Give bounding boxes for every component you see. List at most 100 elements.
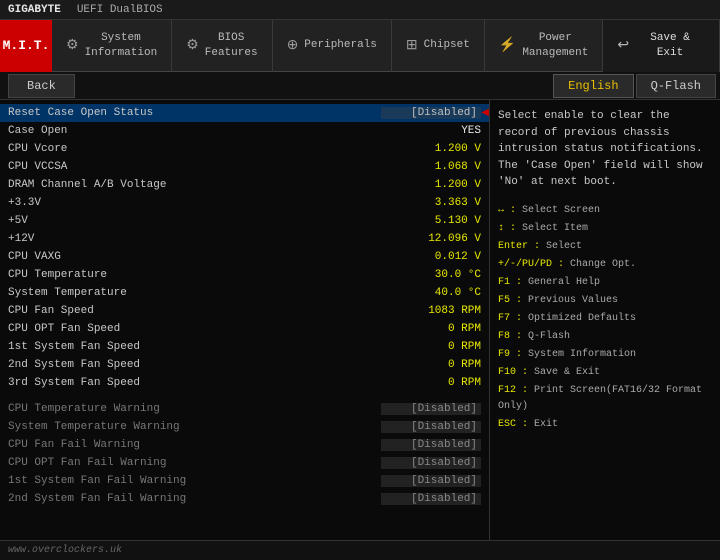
key-name: Enter :	[498, 241, 546, 252]
table-row[interactable]: 1st System Fan Speed0 RPM	[0, 338, 489, 356]
key-name: ↔ :	[498, 205, 522, 216]
key-description: Exit	[534, 419, 558, 430]
key-help-item: F9 : System Information	[498, 347, 712, 363]
selection-arrow-icon: ◀	[481, 107, 489, 119]
key-name: F12 :	[498, 385, 534, 396]
table-row[interactable]: System Temperature40.0 °C	[0, 284, 489, 302]
mit-button[interactable]: M.I.T.	[0, 20, 52, 72]
system-info-icon: ⚙	[66, 37, 79, 54]
row-label: System Temperature	[8, 287, 381, 299]
key-name: F7 :	[498, 313, 528, 324]
save-exit-button[interactable]: ↩ Save & Exit	[603, 20, 720, 72]
bottom-watermark: www.overclockers.uk	[8, 545, 122, 556]
row-label: Case Open	[8, 125, 381, 137]
row-label: 2nd System Fan Speed	[8, 359, 381, 371]
table-row[interactable]: +3.3V3.363 V	[0, 194, 489, 212]
row-label: CPU Fan Speed	[8, 305, 381, 317]
table-row[interactable]: CPU OPT Fan Fail Warning[Disabled]	[0, 454, 489, 472]
table-row[interactable]: CPU VCCSA1.068 V	[0, 158, 489, 176]
table-row[interactable]: CPU Fan Speed1083 RPM	[0, 302, 489, 320]
nav-item-bios-features[interactable]: ⚙ BIOS Features	[172, 20, 272, 72]
save-exit-label: Save & Exit	[635, 31, 705, 60]
table-row[interactable]: CPU Fan Fail Warning[Disabled]	[0, 436, 489, 454]
bios-features-icon: ⚙	[186, 37, 199, 54]
key-description: Q-Flash	[528, 331, 570, 342]
row-label: +3.3V	[8, 197, 381, 209]
key-help-item: Enter : Select	[498, 239, 712, 255]
key-help-item: F1 : General Help	[498, 275, 712, 291]
table-row[interactable]: +12V12.096 V	[0, 230, 489, 248]
qflash-button[interactable]: Q-Flash	[636, 74, 716, 98]
key-help-item: F10 : Save & Exit	[498, 365, 712, 381]
gigabyte-logo: GIGABYTE	[8, 4, 61, 16]
row-label: CPU Temperature Warning	[8, 403, 381, 415]
row-value: [Disabled]	[381, 475, 481, 487]
bios-features-label: BIOS Features	[205, 31, 258, 60]
table-row[interactable]: 3rd System Fan Speed0 RPM	[0, 374, 489, 392]
row-value: 0 RPM	[381, 359, 481, 371]
system-info-label: System Information	[85, 31, 158, 60]
table-row[interactable]: CPU Temperature Warning[Disabled]	[0, 400, 489, 418]
key-name: +/-/PU/PD :	[498, 259, 570, 270]
table-row[interactable]: System Temperature Warning[Disabled]	[0, 418, 489, 436]
row-label: +5V	[8, 215, 381, 227]
row-value: [Disabled]	[381, 403, 481, 415]
key-description: Select Item	[522, 223, 588, 234]
top-bar: GIGABYTE UEFI DualBIOS	[0, 0, 720, 20]
key-description: General Help	[528, 277, 600, 288]
help-description: Select enable to clear the record of pre…	[498, 108, 712, 191]
row-value: 3.363 V	[381, 197, 481, 209]
row-value: 1.200 V	[381, 143, 481, 155]
key-help-list: ↔ : Select Screen ↕ : Select Item Enter : …	[498, 203, 712, 433]
second-bar: Back English Q-Flash	[0, 72, 720, 100]
table-row[interactable]: 1st System Fan Fail Warning[Disabled]	[0, 472, 489, 490]
key-description: System Information	[528, 349, 636, 360]
language-button[interactable]: English	[553, 74, 633, 98]
row-label: 3rd System Fan Speed	[8, 377, 381, 389]
chipset-icon: ⊞	[406, 37, 418, 54]
table-row[interactable]: Case OpenYES	[0, 122, 489, 140]
power-management-label: Power Management	[522, 31, 588, 60]
row-label: DRAM Channel A/B Voltage	[8, 179, 381, 191]
key-help-item: ↔ : Select Screen	[498, 203, 712, 219]
row-value: [Disabled]	[381, 421, 481, 433]
table-row[interactable]: CPU Temperature30.0 °C	[0, 266, 489, 284]
row-value: 5.130 V	[381, 215, 481, 227]
table-row[interactable]: Reset Case Open Status[Disabled]◀	[0, 104, 489, 122]
key-description: Previous Values	[528, 295, 618, 306]
row-value: 0 RPM	[381, 377, 481, 389]
row-label: 1st System Fan Speed	[8, 341, 381, 353]
row-value: 1083 RPM	[381, 305, 481, 317]
key-description: Select Screen	[522, 205, 600, 216]
table-row[interactable]: 2nd System Fan Speed0 RPM	[0, 356, 489, 374]
nav-item-peripherals[interactable]: ⊕Peripherals	[273, 20, 392, 72]
row-label: System Temperature Warning	[8, 421, 381, 433]
chipset-label: Chipset	[424, 38, 470, 52]
bios-title: UEFI DualBIOS	[77, 4, 163, 16]
key-help-item: F12 : Print Screen(FAT16/32 Format Only)	[498, 383, 712, 415]
main-content: Reset Case Open Status[Disabled]◀Case Op…	[0, 100, 720, 540]
key-help-item: F5 : Previous Values	[498, 293, 712, 309]
back-button[interactable]: Back	[8, 74, 75, 98]
key-description: Optimized Defaults	[528, 313, 636, 324]
row-label: 2nd System Fan Fail Warning	[8, 493, 381, 505]
row-label: CPU Vcore	[8, 143, 381, 155]
key-help-item: ↕ : Select Item	[498, 221, 712, 237]
row-value: 0 RPM	[381, 341, 481, 353]
nav-item-power-management[interactable]: ⚡Power Management	[485, 20, 603, 72]
key-help-item: F8 : Q-Flash	[498, 329, 712, 345]
key-name: F9 :	[498, 349, 528, 360]
table-row[interactable]: 2nd System Fan Fail Warning[Disabled]	[0, 490, 489, 508]
key-name: F8 :	[498, 331, 528, 342]
table-row[interactable]: CPU Vcore1.200 V	[0, 140, 489, 158]
nav-item-chipset[interactable]: ⊞ Chipset	[392, 20, 485, 72]
table-row[interactable]: CPU OPT Fan Speed0 RPM	[0, 320, 489, 338]
row-value: 12.096 V	[381, 233, 481, 245]
table-row[interactable]: CPU VAXG0.012 V	[0, 248, 489, 266]
table-row[interactable]: DRAM Channel A/B Voltage1.200 V	[0, 176, 489, 194]
nav-item-system-info[interactable]: ⚙ System Information	[52, 20, 172, 72]
row-value: 30.0 °C	[381, 269, 481, 281]
row-label: CPU OPT Fan Fail Warning	[8, 457, 381, 469]
table-row[interactable]: +5V5.130 V	[0, 212, 489, 230]
peripherals-icon: ⊕	[287, 37, 299, 54]
